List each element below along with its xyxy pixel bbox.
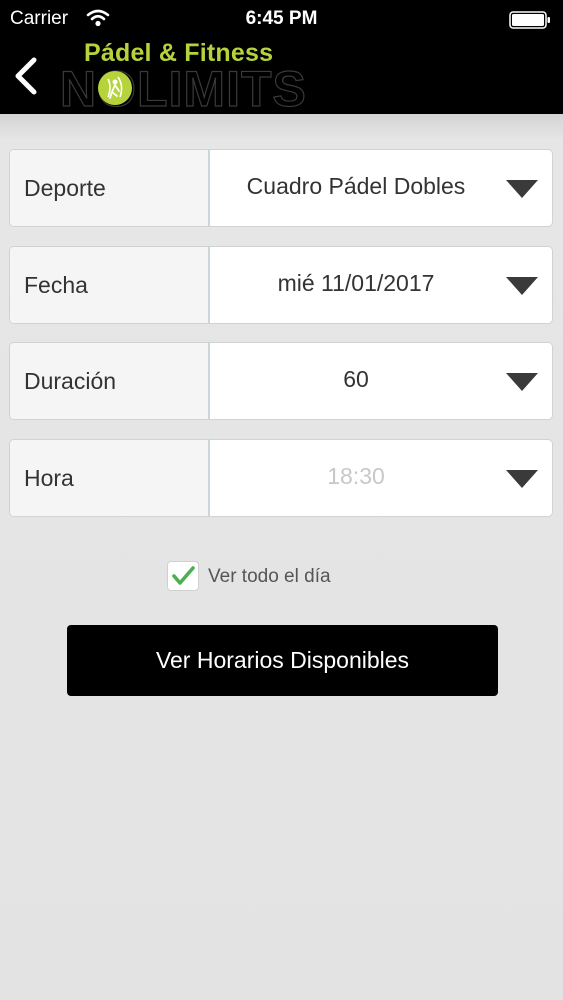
time-select[interactable]: Hora 18:30 — [10, 440, 552, 516]
all-day-checkbox[interactable] — [168, 562, 198, 590]
triangle-down-icon — [506, 277, 538, 295]
date-label: Fecha — [10, 247, 210, 323]
time-value: 18:30 — [327, 463, 385, 489]
triangle-down-icon — [506, 180, 538, 198]
duration-select[interactable]: Duración 60 — [10, 343, 552, 419]
duration-label: Duración — [10, 343, 210, 419]
all-day-label: Ver todo el día — [208, 566, 331, 587]
date-value: mié 11/01/2017 — [277, 270, 435, 296]
clock: 6:45 PM — [245, 8, 318, 29]
tennis-ball-icon — [96, 69, 134, 112]
date-select[interactable]: Fecha mié 11/01/2017 — [10, 247, 552, 323]
sport-select[interactable]: Deporte Cuadro Pádel Dobles — [10, 150, 552, 226]
triangle-down-icon — [506, 373, 538, 391]
show-available-times-button[interactable]: Ver Horarios Disponibles — [67, 625, 498, 696]
checkmark-icon — [172, 566, 195, 585]
time-label: Hora — [10, 440, 210, 516]
status-bar: Carrier 6:45 PM — [0, 0, 563, 38]
sport-label: Deporte — [10, 150, 210, 226]
back-button[interactable] — [10, 56, 44, 96]
logo-title: Pádel & Fitness — [84, 39, 274, 67]
triangle-down-icon — [506, 470, 538, 488]
nav-bar: NOLIMITS Pádel & Fitness — [0, 38, 563, 118]
battery-icon — [509, 11, 551, 34]
chevron-left-icon — [15, 57, 37, 95]
sport-value: Cuadro Pádel Dobles — [246, 173, 466, 199]
duration-value: 60 — [343, 366, 369, 392]
